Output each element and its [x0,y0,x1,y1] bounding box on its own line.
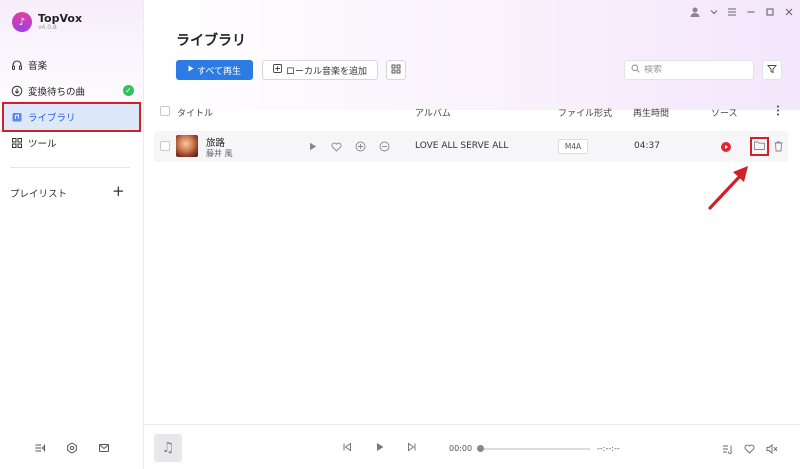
delete-trash-icon[interactable] [773,141,784,152]
playlist-label: プレイリスト [10,189,68,200]
source-youtube-music-icon [721,142,731,152]
sidebar-divider [10,167,130,168]
search-box[interactable] [624,60,754,80]
play-icon [188,65,194,75]
sidebar-item-music[interactable]: 音楽 [0,52,144,78]
maximize-icon[interactable] [765,7,775,20]
progress-track[interactable] [480,448,590,450]
user-account-icon[interactable] [689,6,701,21]
player-bar: ♫ 00:00 --:--:-- [144,424,800,469]
view-toggle-button[interactable] [386,60,406,80]
sidebar-footer [34,442,110,454]
folder-icon [754,141,765,153]
playlist-queue-icon[interactable] [722,444,733,457]
chevron-down-icon[interactable] [710,8,718,19]
column-header-source[interactable]: ソース [711,106,738,119]
app-window: ♪ TopVox v4.0.8 音楽 変換待ちの曲 ✓ ライブラリ ツール プレ… [0,0,800,469]
column-header-album[interactable]: アルバム [415,106,451,119]
add-playlist-button[interactable]: + [112,182,125,200]
minimize-icon[interactable] [746,7,756,20]
select-all-checkbox[interactable] [160,106,170,116]
filter-icon [767,64,777,77]
sidebar-item-label: ライブラリ [28,113,76,124]
sidebar-nav: 音楽 変換待ちの曲 ✓ ライブラリ ツール [0,52,144,156]
open-folder-button[interactable] [750,137,769,156]
remove-circle-icon[interactable] [379,141,390,152]
play-all-label: すべて再生 [196,66,241,77]
add-box-icon [273,64,282,76]
grid-icon [10,137,23,150]
play-icon[interactable] [375,442,385,455]
column-header-format[interactable]: ファイル形式 [558,106,612,119]
next-track-icon[interactable] [407,442,417,455]
play-track-icon[interactable] [307,141,318,152]
settings-icon[interactable] [66,442,78,454]
play-all-button[interactable]: すべて再生 [176,60,253,80]
track-title: 旅路 [206,138,226,149]
sidebar: ♪ TopVox v4.0.8 音楽 変換待ちの曲 ✓ ライブラリ ツール プレ… [0,0,144,469]
format-badge: M4A [558,139,588,154]
column-header-title[interactable]: タイトル [177,106,213,119]
progress-handle[interactable] [477,445,484,452]
download-circle-icon [10,85,23,98]
search-icon [631,64,640,76]
collapse-sidebar-icon[interactable] [34,442,46,454]
sidebar-item-tools[interactable]: ツール [0,130,144,156]
track-album: LOVE ALL SERVE ALL [415,141,509,151]
sidebar-item-label: 音楽 [28,61,48,72]
search-input[interactable] [644,65,744,75]
row-checkbox[interactable] [160,141,170,151]
track-duration: 04:37 [634,141,660,151]
app-name: TopVox [38,12,83,26]
total-time: --:--:-- [597,444,620,453]
table-row[interactable]: 旅路 藤井 風 LOVE ALL SERVE ALL M4A 04:37 [154,131,788,162]
window-controls [689,6,794,21]
like-heart-icon[interactable] [744,444,755,457]
track-artist: 藤井 風 [206,149,233,158]
library-icon [10,111,23,124]
more-options-icon[interactable] [776,105,780,119]
column-header-duration[interactable]: 再生時間 [633,106,669,119]
sidebar-item-library[interactable]: ライブラリ [2,102,141,132]
album-cover [176,135,198,157]
headphones-icon [10,59,23,72]
add-local-music-button[interactable]: ローカル音楽を追加 [262,60,378,80]
sidebar-item-label: 変換待ちの曲 [28,87,86,98]
annotation-arrow-icon [708,166,748,210]
current-time: 00:00 [449,444,473,453]
app-logo: ♪ TopVox v4.0.8 [12,12,82,32]
add-local-label: ローカル音楽を追加 [285,66,367,77]
sidebar-item-label: ツール [28,139,57,150]
filter-button[interactable] [762,60,782,80]
check-badge-icon: ✓ [123,85,134,96]
close-icon[interactable] [784,7,794,20]
topvox-logo-icon: ♪ [12,12,32,32]
favorite-heart-icon[interactable] [331,141,342,152]
sidebar-item-pending[interactable]: 変換待ちの曲 ✓ [0,78,144,104]
volume-mute-icon[interactable] [766,444,778,457]
add-to-playlist-icon[interactable] [355,141,366,152]
grid-view-icon [391,64,401,77]
page-title: ライブラリ [176,33,246,49]
menu-icon[interactable] [727,7,737,20]
app-version: v4.0.8 [38,23,57,31]
player-cover-music-note-icon: ♫ [154,434,182,462]
previous-track-icon[interactable] [342,442,352,455]
mail-icon[interactable] [98,442,110,454]
